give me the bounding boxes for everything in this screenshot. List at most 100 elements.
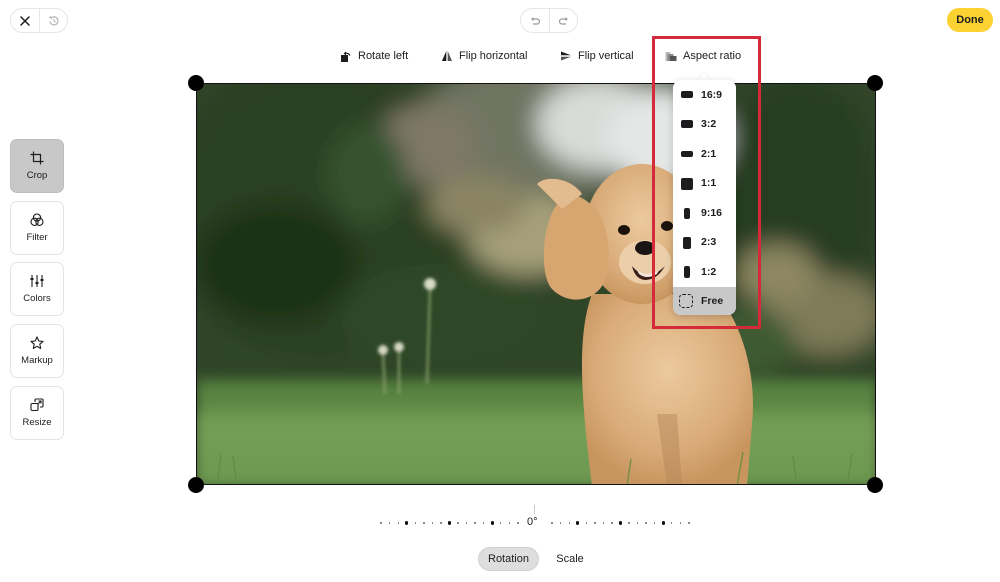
sidebar-item-label: Filter <box>26 232 48 243</box>
sidebar-item-label: Resize <box>22 417 52 428</box>
redo-button[interactable] <box>549 9 577 32</box>
ruler-minor-tick <box>559 522 562 524</box>
done-button[interactable]: Done <box>947 8 993 32</box>
sidebar-item-crop[interactable]: Crop <box>10 139 64 193</box>
ruler-minor-tick <box>388 522 391 524</box>
ruler-major-tick <box>661 521 665 525</box>
sidebar-item-label: Markup <box>21 355 53 366</box>
flip-vertical-button[interactable]: Flip vertical <box>560 46 634 66</box>
aspect-option-16-9[interactable]: 16:9 <box>673 80 736 110</box>
star-icon <box>30 336 44 350</box>
rotate-left-button[interactable]: Rotate left <box>340 46 408 66</box>
ruler-minor-tick <box>611 522 613 524</box>
aspect-option-label: 9:16 <box>701 206 723 219</box>
ruler-minor-tick <box>508 522 511 524</box>
aspect-option-free[interactable]: Free <box>673 286 736 315</box>
ruler-minor-tick <box>423 522 425 524</box>
sidebar-item-markup[interactable]: Markup <box>10 324 64 378</box>
ruler-major-tick <box>490 521 494 525</box>
portrait-2-3-icon <box>683 236 691 249</box>
rotation-indicator <box>534 505 535 514</box>
ruler-minor-tick <box>602 522 605 524</box>
crop-handle-bottom-left[interactable] <box>188 477 204 493</box>
rotate-left-label: Rotate left <box>358 50 409 62</box>
aspect-option-9-16[interactable]: 9:16 <box>673 198 736 228</box>
aspect-option-1-1[interactable]: 1:1 <box>673 169 736 199</box>
aspect-ratio-menu: 16:9 3:2 2:1 1:1 9:16 2:3 1:2 Free <box>673 80 736 315</box>
crop-handle-top-left[interactable] <box>188 75 204 91</box>
ruler-minor-tick <box>414 522 416 524</box>
ruler-minor-tick <box>397 522 399 524</box>
rotation-ruler[interactable] <box>0 521 1000 525</box>
revert-button[interactable] <box>39 9 67 32</box>
ruler-minor-tick <box>594 522 596 524</box>
aspect-option-label: 1:2 <box>701 265 717 278</box>
ruler-minor-tick <box>431 522 434 524</box>
landscape-2-1-icon <box>681 151 693 157</box>
sidebar-item-colors[interactable]: Colors <box>10 262 64 316</box>
free-dashed-icon <box>679 293 693 308</box>
ruler-minor-tick <box>671 522 673 524</box>
aspect-ratio-label: Aspect ratio <box>683 50 742 62</box>
rotate-left-icon <box>341 51 351 62</box>
ruler-minor-tick <box>380 522 382 524</box>
aspect-option-1-2[interactable]: 1:2 <box>673 257 736 287</box>
close-button[interactable] <box>11 9 39 32</box>
aspect-option-2-3[interactable]: 2:3 <box>673 228 736 258</box>
ruler-minor-tick <box>465 522 468 524</box>
ruler-minor-tick <box>551 522 553 524</box>
ruler-minor-tick <box>500 522 502 524</box>
tab-rotation[interactable]: Rotation <box>478 547 539 571</box>
ruler-major-tick <box>618 521 623 525</box>
sidebar-item-resize[interactable]: Resize <box>10 386 64 440</box>
sidebar-item-label: Colors <box>23 293 51 304</box>
crop-handle-bottom-right[interactable] <box>867 477 883 493</box>
ruler-minor-tick <box>585 522 587 524</box>
tab-scale[interactable]: Scale <box>546 547 594 571</box>
history-revert-icon <box>48 15 59 25</box>
aspect-ratio-button[interactable]: Aspect ratio <box>665 46 741 66</box>
ruler-minor-tick <box>645 522 647 524</box>
aspect-option-3-2[interactable]: 3:2 <box>673 110 736 140</box>
crop-toolbar: Rotate left Flip horizontal Flip vertica… <box>0 46 1000 66</box>
ruler-minor-tick <box>568 522 570 524</box>
aspect-option-label: 1:1 <box>701 177 717 190</box>
undo-button[interactable] <box>521 9 549 32</box>
resize-icon <box>30 398 44 412</box>
landscape-16-9-icon <box>681 91 693 98</box>
ruler-minor-tick <box>679 522 682 524</box>
ruler-major-tick <box>405 521 409 525</box>
ruler-minor-tick <box>440 522 442 524</box>
ruler-major-tick <box>576 521 580 525</box>
aspect-option-label: 16:9 <box>701 88 723 101</box>
sidebar-item-label: Crop <box>26 170 48 181</box>
aspect-option-label: Free <box>701 294 724 307</box>
crop-icon <box>30 151 44 165</box>
flip-horizontal-label: Flip horizontal <box>459 50 528 62</box>
undo-redo-group <box>520 8 578 33</box>
aspect-option-label: 3:2 <box>701 118 717 131</box>
crop-handle-top-right[interactable] <box>867 75 883 91</box>
sliders-icon <box>30 275 44 287</box>
crop-canvas[interactable] <box>196 83 876 485</box>
flip-horizontal-icon <box>442 51 452 61</box>
portrait-9-16-icon <box>684 207 690 219</box>
ruler-major-tick <box>447 521 452 525</box>
aspect-option-label: 2:1 <box>701 147 717 160</box>
rotation-value: 0° <box>527 516 538 528</box>
portrait-1-2-icon <box>684 266 690 278</box>
ruler-minor-tick <box>628 522 630 524</box>
landscape-3-2-icon <box>681 120 693 128</box>
aspect-option-label: 2:3 <box>701 236 717 249</box>
aspect-option-2-1[interactable]: 2:1 <box>673 139 736 169</box>
filter-icon <box>30 213 44 226</box>
square-icon <box>681 177 693 190</box>
undo-icon <box>530 16 540 25</box>
sidebar-item-filter[interactable]: Filter <box>10 201 64 255</box>
flip-horizontal-button[interactable]: Flip horizontal <box>441 46 527 66</box>
flip-vertical-label: Flip vertical <box>578 50 634 62</box>
close-icon <box>20 15 30 26</box>
ruler-minor-tick <box>654 522 656 524</box>
ruler-minor-tick <box>688 522 690 524</box>
ruler-minor-tick <box>517 522 519 524</box>
